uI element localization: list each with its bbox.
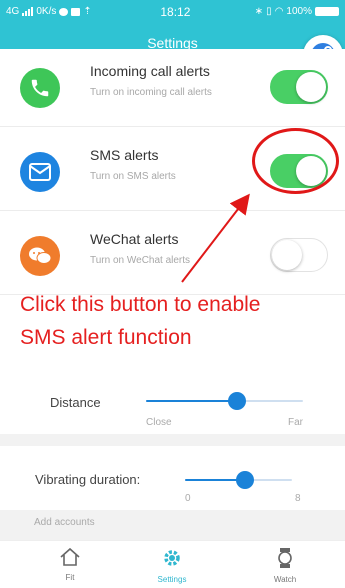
sms-title: SMS alerts [90, 147, 159, 163]
vibration-setting: Vibrating duration: 0 8 [0, 446, 345, 510]
wechat-toggle[interactable] [270, 238, 328, 272]
wechat-title: WeChat alerts [90, 231, 179, 247]
toggle-knob [272, 240, 302, 270]
incoming-call-subtitle: Turn on incoming call alerts [90, 87, 212, 98]
upload-icon: ⇡ [83, 6, 92, 17]
section-divider [0, 434, 345, 446]
distance-max-label: Far [288, 417, 303, 428]
add-accounts-section[interactable]: Add accounts [0, 510, 345, 540]
annotation-text: Click this button to enable SMS alert fu… [20, 288, 340, 354]
tab-fit[interactable]: Fit [40, 547, 100, 582]
clock: 18:12 [160, 4, 191, 19]
status-right: ∗ ▯ ◠ 100% [255, 6, 339, 17]
battery-icon [315, 7, 339, 16]
add-accounts-label: Add accounts [34, 517, 95, 528]
annotation-line-2: SMS alert function [20, 326, 192, 349]
distance-min-label: Close [146, 417, 172, 428]
distance-track-fill [146, 400, 238, 402]
wechat-alert-row: WeChat alerts Turn on WeChat alerts [0, 217, 345, 295]
app-notification-icon [71, 7, 81, 16]
vibration-min-label: 0 [185, 493, 191, 504]
vibration-label: Vibrating duration: [35, 472, 141, 487]
tab-watch-label: Watch [273, 575, 297, 584]
home-icon [60, 547, 80, 566]
distance-label: Distance [50, 395, 101, 410]
vibration-slider-thumb[interactable] [235, 471, 254, 489]
incoming-call-title: Incoming call alerts [90, 63, 210, 79]
notification-icon [59, 7, 69, 16]
envelope-icon [20, 152, 60, 192]
incoming-call-alert-row: Incoming call alerts Turn on incoming ca… [0, 49, 345, 127]
tab-watch[interactable]: Watch [255, 547, 315, 584]
tab-settings-label: Settings [157, 575, 187, 584]
tab-fit-label: Fit [65, 573, 75, 582]
distance-slider-thumb[interactable] [228, 392, 247, 410]
incoming-call-toggle[interactable] [270, 70, 328, 104]
wechat-icon [20, 236, 60, 276]
signal-icon [22, 7, 34, 16]
annotation-line-1: Click this button to enable [20, 293, 261, 316]
watch-icon [278, 548, 292, 568]
vibrate-icon: ▯ [266, 6, 272, 17]
bluetooth-icon: ∗ [254, 6, 264, 17]
wechat-subtitle: Turn on WeChat alerts [90, 255, 191, 266]
toggle-knob [296, 72, 326, 102]
gear-icon [164, 550, 180, 566]
distance-setting: Distance Close Far [0, 378, 345, 434]
sms-subtitle: Turn on SMS alerts [90, 171, 176, 182]
battery-percent: 100% [286, 6, 312, 17]
vibration-max-label: 8 [295, 493, 301, 504]
tab-settings[interactable]: Settings [142, 547, 202, 584]
wifi-icon: ◠ [274, 6, 284, 17]
status-bar: 4G 0K/s ⇡ 18:12 ∗ ▯ ◠ 100% [0, 0, 345, 23]
network-type: 4G [6, 6, 20, 17]
highlight-circle [252, 128, 339, 194]
network-speed: 0K/s [36, 6, 57, 17]
phone-icon [20, 68, 60, 108]
bottom-nav: Fit Settings Watch [0, 540, 345, 588]
